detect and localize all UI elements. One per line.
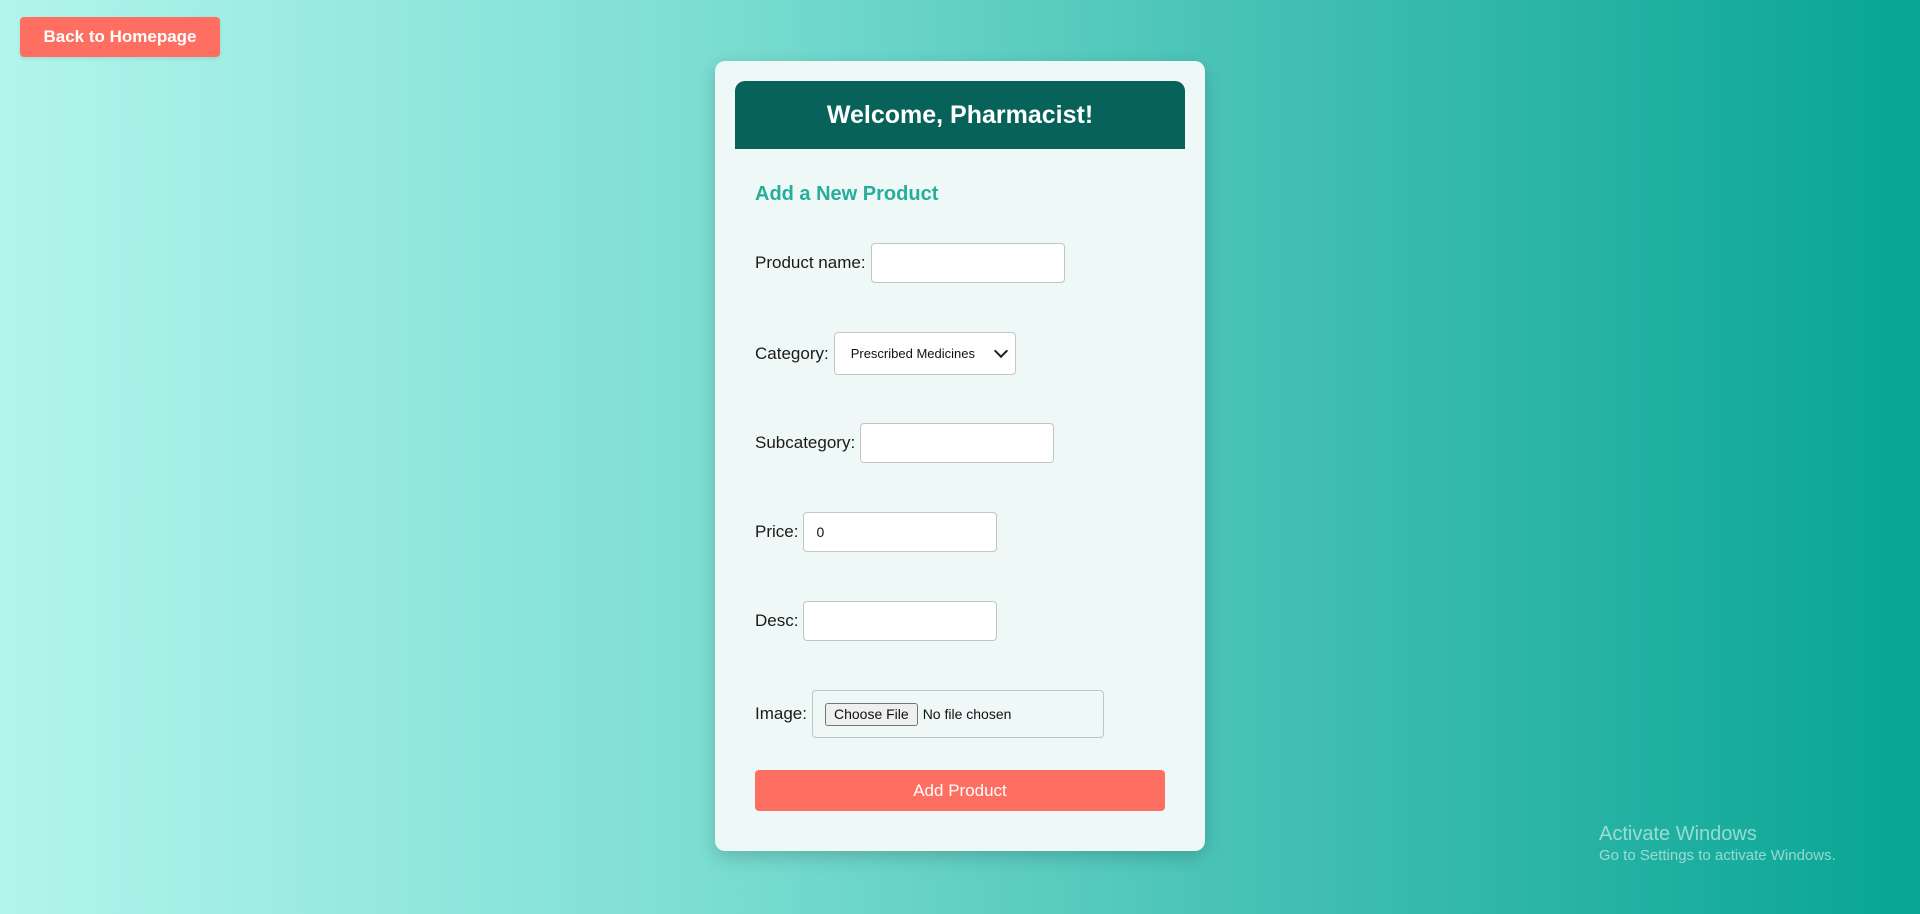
desc-label: Desc: [755, 611, 799, 630]
image-row: Image: Choose File No file chosen [755, 690, 1104, 738]
category-select[interactable]: Prescribed Medicines [833, 332, 1016, 375]
price-row: Price: [755, 512, 998, 552]
category-row: Category: Prescribed Medicines [755, 332, 1016, 375]
choose-file-button[interactable]: Choose File [824, 702, 918, 726]
desc-row: Desc: [755, 601, 998, 641]
product-name-row: Product name: [755, 243, 1065, 283]
add-product-button[interactable]: Add Product [755, 770, 1165, 811]
windows-activation-watermark: Activate Windows Go to Settings to activ… [1599, 822, 1836, 866]
desc-input[interactable] [803, 601, 998, 641]
category-selected-value: Prescribed Medicines [850, 346, 975, 361]
subcategory-input[interactable] [860, 423, 1055, 463]
price-input[interactable] [803, 512, 998, 552]
form-title: Add a New Product [755, 183, 939, 205]
watermark-subtitle: Go to Settings to activate Windows. [1599, 847, 1836, 864]
subcategory-label: Subcategory: [755, 433, 856, 452]
file-status: No file chosen [922, 706, 1012, 722]
watermark-title: Activate Windows [1599, 823, 1757, 845]
subcategory-row: Subcategory: [755, 423, 1055, 463]
product-name-input[interactable] [870, 243, 1065, 283]
category-label: Category: [755, 343, 829, 363]
image-label: Image: [755, 704, 807, 723]
welcome-header: Welcome, Pharmacist! [735, 81, 1185, 149]
add-product-card: Welcome, Pharmacist! Add a New Product P… [715, 61, 1205, 851]
chevron-down-icon [993, 343, 1008, 359]
back-to-homepage-button[interactable]: Back to Homepage [20, 17, 220, 57]
image-file-input[interactable]: Choose File No file chosen [811, 690, 1104, 738]
product-name-label: Product name: [755, 253, 866, 272]
price-label: Price: [755, 522, 799, 541]
